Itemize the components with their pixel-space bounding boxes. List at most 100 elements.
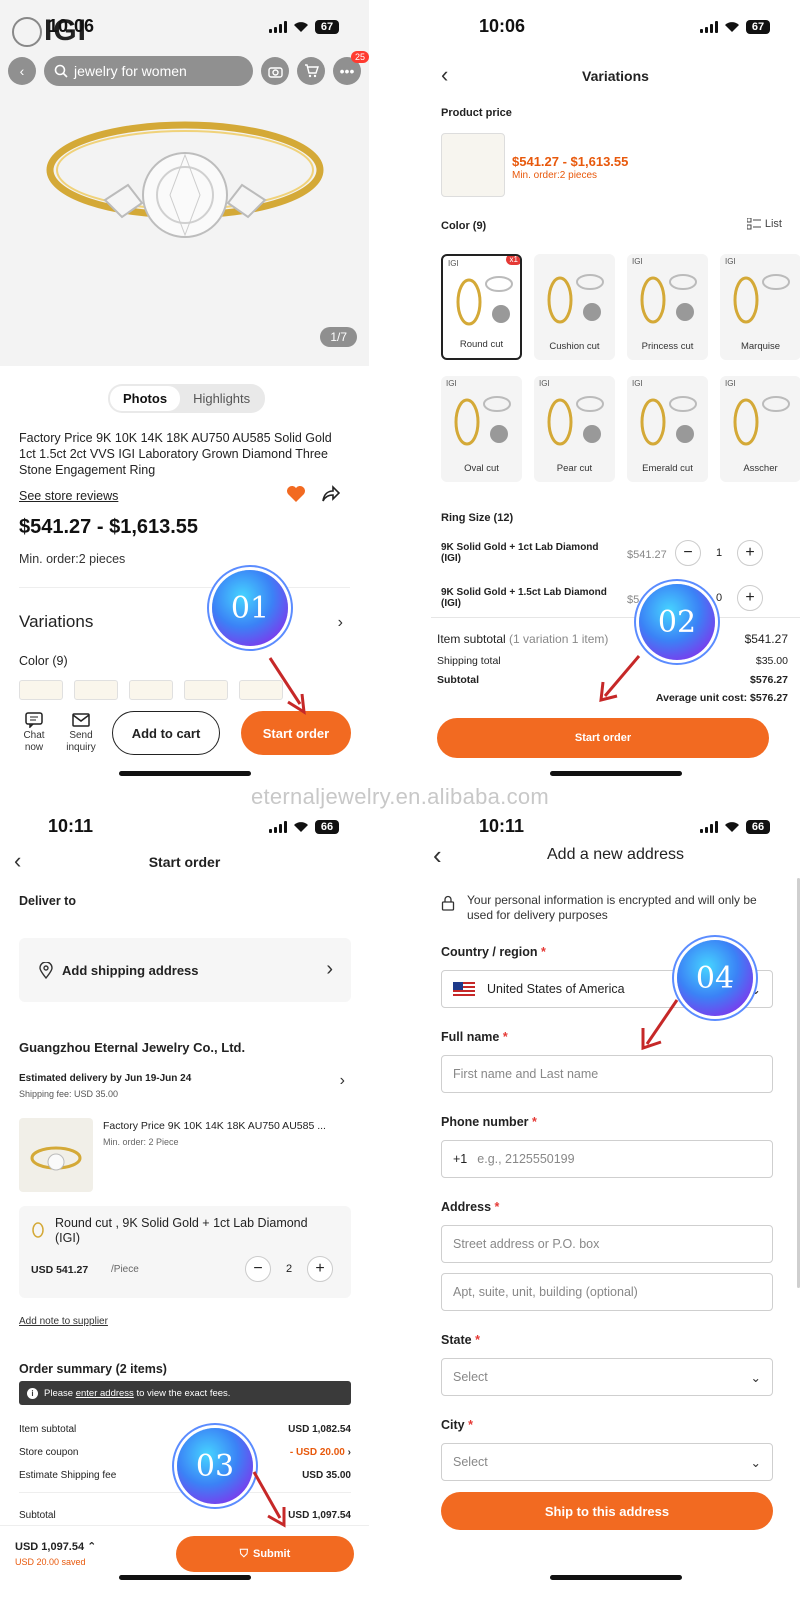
heart-icon[interactable] (286, 485, 306, 503)
cut-card-pear[interactable]: IGI Pear cut (534, 376, 615, 482)
cut-card-emerald[interactable]: IGI Emerald cut (627, 376, 708, 482)
apt-input[interactable]: Apt, suite, unit, building (optional) (441, 1273, 773, 1311)
variant-name: Round cut , 9K Solid Gold + 1ct Lab Diam… (55, 1216, 308, 1245)
phone-country-code[interactable]: +1 (453, 1152, 467, 1166)
step-badge: 02 (639, 584, 715, 660)
camera-search-button[interactable] (261, 57, 289, 85)
ring-icon (456, 276, 513, 326)
color-count: Color (9) (441, 220, 487, 232)
order-total[interactable]: USD 1,097.54 ⌃ (15, 1540, 96, 1553)
ring-icon (547, 396, 604, 446)
color-thumb[interactable] (74, 680, 118, 700)
list-view-toggle[interactable]: List (746, 218, 782, 230)
plus-button[interactable]: + (307, 1256, 333, 1282)
chat-label: Chat now (23, 730, 45, 753)
start-order-button[interactable]: Start order (241, 711, 351, 755)
battery-icon: 66 (315, 820, 339, 834)
street-input[interactable]: Street address or P.O. box (441, 1225, 773, 1263)
add-note-link[interactable]: Add note to supplier (19, 1316, 108, 1327)
quantity-value[interactable]: 1 (701, 547, 737, 559)
arrow-icon (599, 655, 641, 702)
summary-value: USD 1,097.54 (288, 1510, 351, 1521)
phone-label: Phone number * (441, 1115, 537, 1129)
cut-card-oval[interactable]: IGI Oval cut (441, 376, 522, 482)
tab-highlights[interactable]: Highlights (180, 386, 263, 411)
variant-card: Round cut , 9K Solid Gold + 1ct Lab Diam… (19, 1206, 351, 1298)
product-title: Factory Price 9K 10K 14K 18K AU750 AU585… (19, 431, 332, 477)
status-bar: 10:06 67 (431, 0, 800, 50)
cart-button[interactable] (297, 57, 325, 85)
ring-icon (640, 396, 697, 446)
add-to-cart-button[interactable]: Add to cart (112, 711, 220, 755)
price-range: $541.27 - $1,613.55 (512, 154, 629, 169)
cut-card-asscher[interactable]: IGI Asscher (720, 376, 800, 482)
city-label: City * (441, 1418, 473, 1432)
media-tabs: Photos Highlights (108, 384, 266, 413)
estimated-delivery: Estimated delivery by Jun 19-Jun 24 (19, 1073, 192, 1084)
subtotal-label: Subtotal (437, 674, 479, 686)
ring-icon (733, 396, 790, 446)
minus-button[interactable]: − (245, 1256, 271, 1282)
chevron-up-icon: ⌃ (87, 1541, 97, 1553)
more-icon: ••• (339, 63, 355, 79)
cut-grid: IGI x1 Round cut Cushion cut IGI Princess c… (441, 254, 800, 482)
search-placeholder: jewelry for women (74, 63, 187, 79)
variant-price: USD 541.27 (31, 1264, 89, 1276)
status-bar: 10:06 67 (0, 0, 369, 50)
tab-photos[interactable]: Photos (110, 386, 181, 411)
saved-amount: USD 20.00 saved (15, 1557, 86, 1567)
phone-input[interactable]: +1 e.g., 2125550199 (441, 1140, 773, 1178)
cut-card-cushion[interactable]: Cushion cut (534, 254, 615, 360)
chevron-right-icon[interactable]: › (338, 614, 343, 632)
back-button[interactable]: ‹ (8, 57, 36, 85)
submit-button[interactable]: ⛉ Submit (176, 1536, 354, 1572)
home-indicator (118, 771, 251, 776)
more-button[interactable]: ••• 25 (333, 51, 369, 85)
search-row: ‹ jewelry for women ••• 25 (8, 51, 369, 86)
wifi-icon (725, 822, 739, 832)
color-thumb[interactable] (184, 680, 228, 700)
step-badge: 01 (212, 570, 288, 646)
battery-icon: 66 (746, 820, 770, 834)
us-flag-icon (453, 982, 475, 996)
location-pin-icon (39, 962, 53, 979)
quantity-stepper: − 1 + (675, 540, 763, 566)
variations-heading[interactable]: Variations (19, 612, 93, 632)
plus-button[interactable]: + (737, 585, 763, 611)
color-thumb[interactable] (19, 680, 63, 700)
fullname-input[interactable]: First name and Last name (441, 1055, 773, 1093)
cut-label: Asscher (743, 463, 778, 474)
ring-icon (454, 396, 511, 446)
state-label: State * (441, 1333, 480, 1347)
share-icon[interactable] (320, 484, 340, 504)
cut-card-princess[interactable]: IGI Princess cut (627, 254, 708, 360)
home-indicator (549, 1575, 682, 1580)
cut-card-marquise[interactable]: IGI Marquise (720, 254, 800, 360)
minus-button[interactable]: − (675, 540, 701, 566)
color-thumb[interactable] (129, 680, 173, 700)
chevron-right-icon[interactable]: › (340, 1072, 345, 1090)
submit-label: Submit (252, 1548, 291, 1560)
info-banner: i Please enter address to view the exact… (19, 1381, 351, 1405)
product-gallery[interactable]: IGI 1/7 (0, 0, 369, 366)
quantity-value[interactable]: 2 (271, 1263, 307, 1275)
plus-button[interactable]: + (737, 540, 763, 566)
enter-address-link[interactable]: enter address (76, 1388, 134, 1399)
shield-icon: ⛉ (239, 1547, 248, 1560)
battery-icon: 67 (315, 20, 339, 34)
ship-to-address-button[interactable]: Ship to this address (441, 1492, 773, 1530)
variations-screen: 10:06 67 ‹ Variations Product price $541… (431, 0, 800, 796)
state-select[interactable]: Select ⌄ (441, 1358, 773, 1396)
ring-icon (547, 274, 604, 324)
product-thumbnail (441, 133, 505, 197)
city-select[interactable]: Select ⌄ (441, 1443, 773, 1481)
cut-card-round[interactable]: IGI x1 Round cut (441, 254, 522, 360)
start-order-button[interactable]: Start order (437, 718, 769, 758)
send-inquiry-button[interactable]: Send inquiry (63, 712, 99, 754)
search-input[interactable]: jewelry for women (44, 56, 253, 86)
ring-size-label: Ring Size (12) (441, 512, 514, 524)
summary-row: Item subtotal USD 1,082.54 (19, 1424, 351, 1435)
store-reviews-link[interactable]: See store reviews (19, 489, 118, 503)
add-address-card[interactable]: Add shipping address › (19, 938, 351, 1002)
chat-now-button[interactable]: Chat now (16, 712, 52, 754)
